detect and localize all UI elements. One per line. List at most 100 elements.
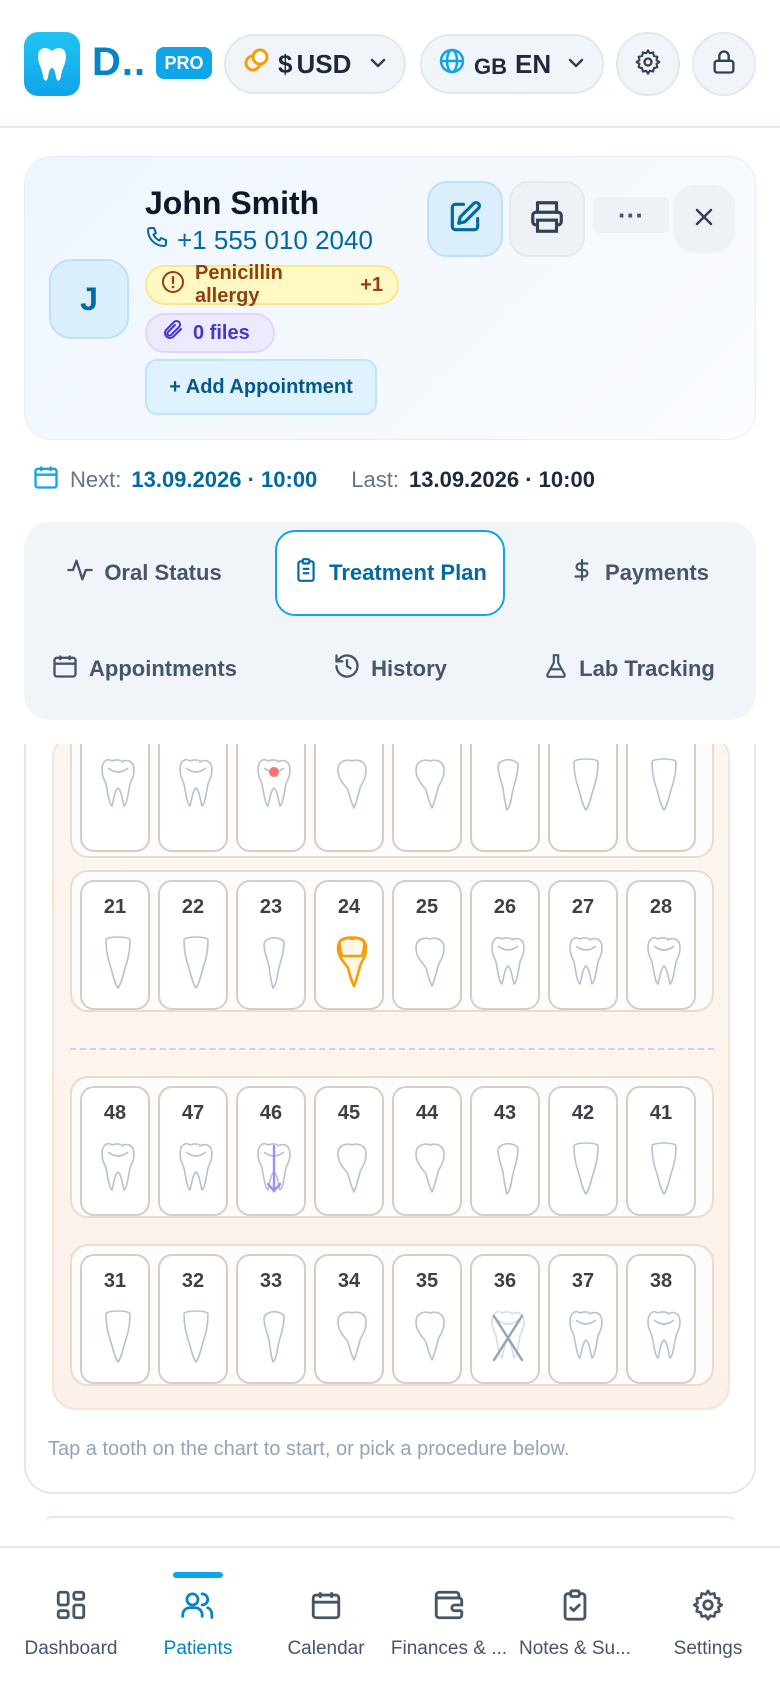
tooth-36[interactable]: 36 xyxy=(470,1254,540,1384)
incisor-tooth-icon xyxy=(183,1310,209,1363)
tooth-43[interactable]: 43 xyxy=(470,1086,540,1216)
tooth-upper_right-8[interactable] xyxy=(626,744,696,852)
tooth-33[interactable]: 33 xyxy=(236,1254,306,1384)
tooth-31[interactable]: 31 xyxy=(80,1254,150,1384)
tooth-number: 38 xyxy=(649,1270,673,1292)
tooth-21[interactable]: 21 xyxy=(80,880,150,1010)
app-title: D.. xyxy=(92,40,147,84)
tooth-26[interactable]: 26 xyxy=(470,880,540,1010)
tooth-37[interactable]: 37 xyxy=(548,1254,618,1384)
tab-lab-tracking[interactable]: Lab Tracking xyxy=(524,626,734,712)
tooth-35[interactable]: 35 xyxy=(392,1254,462,1384)
tab-label: Payments xyxy=(605,560,709,585)
tooth-27[interactable]: 27 xyxy=(548,880,618,1010)
alert-icon xyxy=(161,270,185,300)
tooth-24[interactable]: 24 xyxy=(314,880,384,1010)
tooth-number: 36 xyxy=(493,1270,517,1292)
files-badge[interactable]: 0 files xyxy=(145,313,275,353)
nav-label: Settings xyxy=(673,1638,743,1659)
tab-label: Lab Tracking xyxy=(579,656,715,681)
gear-icon xyxy=(691,1588,725,1628)
molar-tooth-icon xyxy=(647,936,681,985)
close-button[interactable] xyxy=(673,185,735,253)
clipboard-check-icon xyxy=(558,1588,592,1628)
settings-button[interactable] xyxy=(616,32,680,96)
tooth-number: 46 xyxy=(259,1102,283,1124)
molar-tooth-icon xyxy=(257,758,291,807)
tooth-number: 48 xyxy=(103,1102,127,1124)
edit-button[interactable] xyxy=(427,181,503,257)
tab-oral-status[interactable]: Oral Status xyxy=(44,530,244,616)
coins-icon xyxy=(242,47,270,82)
tooth-25[interactable]: 25 xyxy=(392,880,462,1010)
canine-tooth-icon xyxy=(263,1310,285,1363)
patient-phone[interactable]: +1 555 010 2040 xyxy=(145,225,373,256)
tooth-upper_right-7[interactable] xyxy=(548,744,618,852)
tooth-upper_right-1[interactable] xyxy=(80,744,150,852)
nav-dashboard[interactable]: Dashboard xyxy=(6,1588,136,1660)
tooth-upper_right-6[interactable] xyxy=(470,744,540,852)
tooth-45[interactable]: 45 xyxy=(314,1086,384,1216)
tooth-28[interactable]: 28 xyxy=(626,880,696,1010)
tooth-47[interactable]: 47 xyxy=(158,1086,228,1216)
last-label: Last: xyxy=(351,467,399,492)
print-button[interactable] xyxy=(509,181,585,257)
tab-treatment-plan[interactable]: Treatment Plan xyxy=(275,530,505,616)
molar-tooth-icon xyxy=(257,1142,291,1193)
tab-label: Appointments xyxy=(89,656,237,681)
tooth-48[interactable]: 48 xyxy=(80,1086,150,1216)
dental-chart: 21 22 23 24 25 26 27 28 48 47 46 45 44 43 42 41 31 32 33 34… xyxy=(52,744,730,1410)
tab-history[interactable]: History xyxy=(300,626,480,712)
tooth-44[interactable]: 44 xyxy=(392,1086,462,1216)
tooth-23[interactable]: 23 xyxy=(236,880,306,1010)
nav-label: Notes & Su... xyxy=(519,1638,631,1659)
tooth-number: 37 xyxy=(571,1270,595,1292)
tooth-upper_right-5[interactable] xyxy=(392,744,462,852)
nav-calendar[interactable]: Calendar xyxy=(261,1588,391,1660)
nav-finances[interactable]: Finances & ... xyxy=(384,1588,514,1660)
tooth-22[interactable]: 22 xyxy=(158,880,228,1010)
lock-button[interactable] xyxy=(692,32,756,96)
tooth-logo-icon[interactable] xyxy=(24,32,80,96)
tooth-upper_right-3[interactable] xyxy=(236,744,306,852)
tooth-upper_right-4[interactable] xyxy=(314,744,384,852)
paperclip-icon xyxy=(161,318,185,348)
premolar-tooth-icon xyxy=(415,759,445,809)
currency-code: USD xyxy=(296,48,352,79)
premolar-tooth-icon xyxy=(415,1311,445,1361)
molar-tooth-icon xyxy=(101,1142,135,1191)
canine-tooth-icon xyxy=(263,936,285,989)
currency-select[interactable]: $ USD xyxy=(224,34,406,94)
nav-notes[interactable]: Notes & Su... xyxy=(510,1588,640,1660)
allergy-more: +1 xyxy=(360,273,383,296)
tooth-38[interactable]: 38 xyxy=(626,1254,696,1384)
nav-settings[interactable]: Settings xyxy=(643,1588,773,1660)
premolar-tooth-icon xyxy=(337,1311,367,1361)
allergy-badge[interactable]: Penicillin allergy +1 xyxy=(145,262,399,307)
language-select[interactable]: GB EN xyxy=(420,34,604,94)
tooth-46[interactable]: 46 xyxy=(236,1086,306,1216)
grid-icon xyxy=(54,1588,88,1628)
more-button[interactable]: ··· xyxy=(593,197,669,233)
tooth-number: 21 xyxy=(103,896,127,918)
tab-appointments[interactable]: Appointments xyxy=(44,626,244,712)
incisor-tooth-icon xyxy=(573,1142,599,1195)
patient-name: John Smith xyxy=(145,185,320,221)
flask-icon xyxy=(543,653,569,685)
tab-payments[interactable]: Payments xyxy=(544,530,734,616)
add-appointment-button[interactable]: + Add Appointment xyxy=(145,359,377,415)
tooth-number: 22 xyxy=(181,896,205,918)
dental-chart-panel: 21 22 23 24 25 26 27 28 48 47 46 45 44 43 42 41 31 32 33 34… xyxy=(24,744,756,1494)
next-value: 13.09.2026 · 10:00 xyxy=(131,467,318,492)
tooth-34[interactable]: 34 xyxy=(314,1254,384,1384)
tooth-number: 26 xyxy=(493,896,517,918)
tooth-42[interactable]: 42 xyxy=(548,1086,618,1216)
edit-icon xyxy=(446,198,484,241)
tooth-41[interactable]: 41 xyxy=(626,1086,696,1216)
tooth-32[interactable]: 32 xyxy=(158,1254,228,1384)
jaw-divider xyxy=(70,1048,714,1050)
tooth-number: 47 xyxy=(181,1102,205,1124)
tooth-upper_right-2[interactable] xyxy=(158,744,228,852)
nav-patients[interactable]: Patients xyxy=(133,1588,263,1660)
premolar-tooth-icon xyxy=(415,937,445,987)
